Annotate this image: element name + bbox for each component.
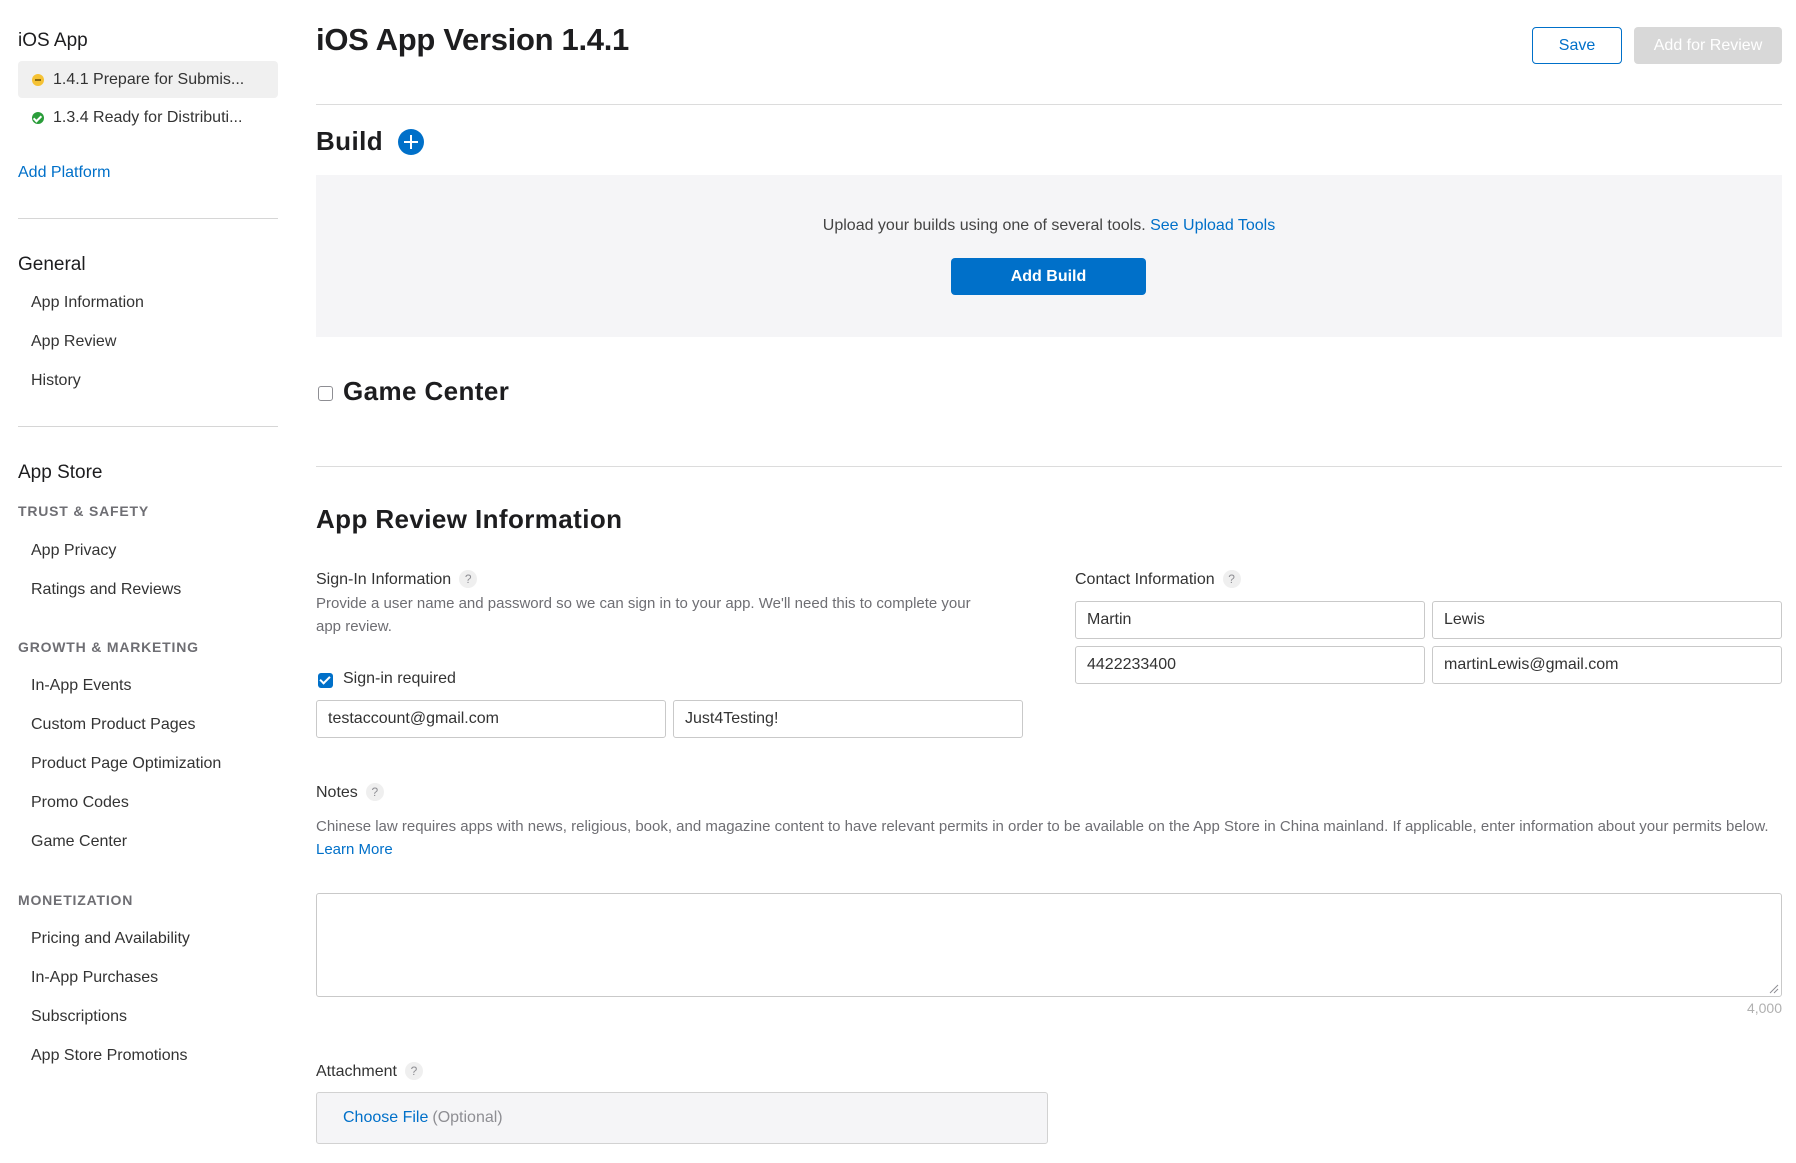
sidebar-version-1-4-1[interactable]: 1.4.1 Prepare for Submis... <box>18 61 278 98</box>
sidebar-item-app-information[interactable]: App Information <box>31 294 144 312</box>
notes-description-text: Chinese law requires apps with news, rel… <box>316 818 1769 835</box>
last-name-field[interactable] <box>1432 601 1782 639</box>
build-upload-text: Upload your builds using one of several … <box>822 217 1146 234</box>
contact-info-label-text: Contact Information <box>1075 571 1215 588</box>
phone-field[interactable] <box>1075 646 1425 684</box>
app-review-info-title: App Review Information <box>316 504 623 534</box>
notes-description: Chinese law requires apps with news, rel… <box>316 815 1782 861</box>
sign-in-info-label: Sign-In Information? <box>316 570 478 589</box>
sidebar-item-app-review[interactable]: App Review <box>31 333 116 351</box>
add-for-review-button[interactable]: Add for Review <box>1634 27 1782 64</box>
section-divider <box>316 104 1782 105</box>
username-field[interactable] <box>316 700 666 738</box>
game-center-checkbox[interactable] <box>318 386 333 401</box>
sidebar-item-custom-product-pages[interactable]: Custom Product Pages <box>31 716 196 734</box>
add-platform-link[interactable]: Add Platform <box>18 164 110 182</box>
attachment-label: Attachment? <box>316 1062 423 1081</box>
password-field[interactable] <box>673 700 1023 738</box>
build-upload-message: Upload your builds using one of several … <box>316 217 1782 235</box>
attachment-label-text: Attachment <box>316 1063 397 1080</box>
sidebar-item-in-app-purchases[interactable]: In-App Purchases <box>31 969 158 987</box>
add-build-button[interactable]: Add Build <box>951 258 1146 295</box>
sign-in-required-checkbox[interactable] <box>318 673 333 688</box>
choose-file-link[interactable]: Choose File <box>343 1109 428 1127</box>
sidebar-app-title: iOS App <box>18 30 88 51</box>
attachment-optional-text: (Optional) <box>432 1109 503 1126</box>
sidebar-divider <box>18 426 278 427</box>
sidebar-heading-general: General <box>18 254 86 275</box>
contact-info-label: Contact Information? <box>1075 570 1241 589</box>
in-progress-status-icon <box>32 73 44 86</box>
page-title: iOS App Version 1.4.1 <box>316 22 629 57</box>
add-build-plus-icon[interactable] <box>398 129 424 155</box>
sign-in-required-label: Sign-in required <box>343 670 456 687</box>
see-upload-tools-link[interactable]: See Upload Tools <box>1150 217 1275 234</box>
sidebar-item-history[interactable]: History <box>31 372 81 390</box>
sidebar-item-app-store-promotions[interactable]: App Store Promotions <box>31 1047 188 1065</box>
sidebar-version-label: 1.3.4 Ready for Distributi... <box>53 108 243 126</box>
save-button[interactable]: Save <box>1532 27 1622 64</box>
sidebar-subheading-monetization: MONETIZATION <box>18 892 134 908</box>
sidebar-subheading-growth-marketing: GROWTH & MARKETING <box>18 639 199 655</box>
learn-more-link[interactable]: Learn More <box>316 841 393 858</box>
sidebar-item-promo-codes[interactable]: Promo Codes <box>31 794 129 812</box>
first-name-field[interactable] <box>1075 601 1425 639</box>
main-content: iOS App Version 1.4.1 Save Add for Revie… <box>316 0 1782 1163</box>
notes-textarea[interactable] <box>316 893 1782 997</box>
sign-in-help-icon[interactable]: ? <box>459 570 478 588</box>
sidebar-version-1-3-4[interactable]: 1.3.4 Ready for Distributi... <box>18 99 278 136</box>
sidebar-divider <box>18 218 278 219</box>
build-upload-panel: Upload your builds using one of several … <box>316 175 1782 337</box>
sidebar-item-in-app-events[interactable]: In-App Events <box>31 677 132 695</box>
notes-help-icon[interactable]: ? <box>365 783 384 801</box>
sidebar-item-subscriptions[interactable]: Subscriptions <box>31 1008 127 1026</box>
attachment-help-icon[interactable]: ? <box>404 1062 423 1080</box>
sidebar-item-pricing-availability[interactable]: Pricing and Availability <box>31 930 190 948</box>
section-divider <box>316 466 1782 467</box>
notes-label-text: Notes <box>316 784 358 801</box>
sidebar-version-label: 1.4.1 Prepare for Submis... <box>53 70 245 88</box>
notes-label: Notes? <box>316 783 384 802</box>
sidebar-item-ratings-reviews[interactable]: Ratings and Reviews <box>31 581 181 599</box>
sidebar-item-game-center[interactable]: Game Center <box>31 833 127 851</box>
notes-char-counter: 4,000 <box>1746 1000 1782 1016</box>
ready-status-icon <box>32 111 44 124</box>
contact-help-icon[interactable]: ? <box>1222 570 1241 588</box>
sign-in-info-label-text: Sign-In Information <box>316 571 452 588</box>
game-center-title: Game Center <box>343 376 510 406</box>
sign-in-description: Provide a user name and password so we c… <box>316 595 971 635</box>
sidebar-item-product-page-optimization[interactable]: Product Page Optimization <box>31 755 221 773</box>
email-field[interactable] <box>1432 646 1782 684</box>
build-section-title: Build <box>316 126 383 156</box>
sidebar-subheading-trust-safety: TRUST & SAFETY <box>18 503 149 519</box>
resize-handle-icon[interactable] <box>1767 982 1779 994</box>
sidebar-heading-app-store: App Store <box>18 462 103 483</box>
attachment-dropzone[interactable]: Choose File (Optional) <box>316 1092 1048 1144</box>
sidebar-item-app-privacy[interactable]: App Privacy <box>31 542 116 560</box>
